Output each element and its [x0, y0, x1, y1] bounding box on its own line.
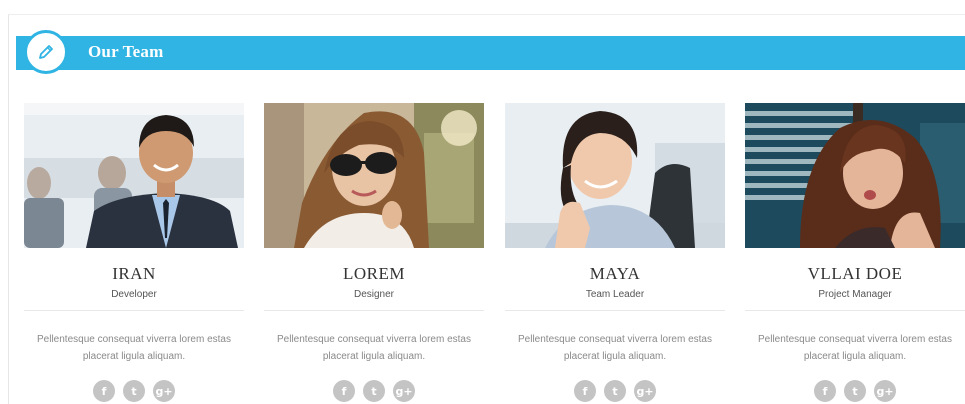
member-name: LOREM [343, 264, 405, 283]
member-role: Developer [111, 289, 157, 300]
facebook-icon[interactable]: f [333, 380, 355, 402]
divider [24, 310, 244, 311]
member-role: Team Leader [585, 289, 645, 300]
social-links: f t g+ [24, 380, 244, 402]
google-plus-icon[interactable]: g+ [393, 380, 415, 402]
member-role: Designer [353, 289, 395, 300]
facebook-icon[interactable]: f [93, 380, 115, 402]
member-photo [264, 103, 484, 248]
member-photo [745, 103, 965, 248]
member-description: Pellentesque consequat viverra lorem est… [758, 334, 952, 362]
social-links: f t g+ [505, 380, 725, 402]
member-name: VLLAI DOE [807, 264, 903, 283]
twitter-icon[interactable]: t [844, 380, 866, 402]
social-links: f t g+ [745, 380, 965, 402]
social-links: f t g+ [264, 380, 484, 402]
member-photo [24, 103, 244, 248]
member-name: MAYA [589, 264, 641, 283]
divider [745, 310, 965, 311]
member-photo [505, 103, 725, 248]
section-title: Our Team [88, 42, 164, 61]
member-description: Pellentesque consequat viverra lorem est… [37, 334, 231, 362]
twitter-icon[interactable]: t [123, 380, 145, 402]
divider [505, 310, 725, 311]
google-plus-icon[interactable]: g+ [153, 380, 175, 402]
google-plus-icon[interactable]: g+ [634, 380, 656, 402]
member-description: Pellentesque consequat viverra lorem est… [518, 334, 712, 362]
member-description: Pellentesque consequat viverra lorem est… [277, 334, 471, 362]
facebook-icon[interactable]: f [574, 380, 596, 402]
member-name: IRAN [112, 264, 156, 283]
divider [264, 310, 484, 311]
twitter-icon[interactable]: t [604, 380, 626, 402]
facebook-icon[interactable]: f [814, 380, 836, 402]
twitter-icon[interactable]: t [363, 380, 385, 402]
pencil-icon [39, 45, 53, 59]
member-role: Project Manager [818, 289, 892, 300]
google-plus-icon[interactable]: g+ [874, 380, 896, 402]
section-icon-badge [24, 30, 68, 74]
